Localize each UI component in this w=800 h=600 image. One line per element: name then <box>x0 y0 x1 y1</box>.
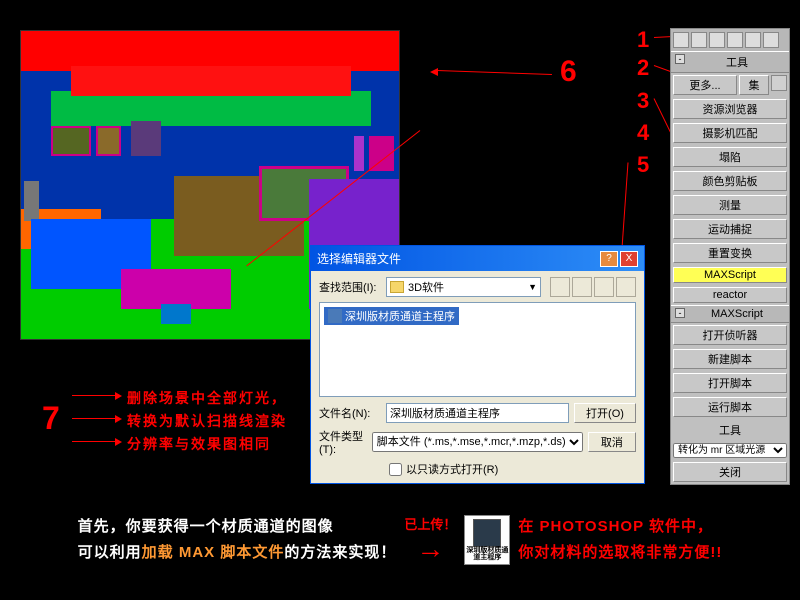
uploaded-label: 已上传！ <box>404 514 456 533</box>
tab-motion-icon[interactable] <box>727 32 743 48</box>
annotation-1: 1 <box>637 27 649 53</box>
annotation-2: 2 <box>637 55 649 81</box>
tab-display-icon[interactable] <box>745 32 761 48</box>
filetype-label: 文件类型(T): <box>319 428 367 456</box>
annotation-7: 7 <box>42 400 60 437</box>
chevron-down-icon[interactable]: ▼ <box>528 282 537 292</box>
bottom-right-l2: 你对材料的选取将非常方便!! <box>518 540 722 566</box>
util-btn-8[interactable]: reactor <box>673 287 787 303</box>
lookin-dropdown[interactable]: 3D软件 ▼ <box>386 277 541 297</box>
tools-sublabel: 工具 <box>671 419 789 441</box>
dialog-title: 选择编辑器文件 <box>317 250 401 267</box>
utilities-panel: - 工具 更多... 集 资源浏览器 摄影机匹配 塌陷 颜色剪贴板 测量 运动捕… <box>670 28 790 485</box>
bottom-left-l2a: 可以利用 <box>78 544 142 561</box>
annotation-6: 6 <box>560 55 577 89</box>
arrow-6-head <box>430 68 438 76</box>
panel-tab-bar <box>671 29 789 51</box>
arrow-right-icon: → <box>416 533 444 565</box>
arrow-7c <box>72 441 120 442</box>
util-btn-maxscript[interactable]: MAXScript <box>673 267 787 283</box>
util-btn-3[interactable]: 颜色剪贴板 <box>673 171 787 191</box>
collapse-icon[interactable]: - <box>675 54 685 64</box>
viewmenu-icon[interactable] <box>616 277 636 297</box>
util-btn-0[interactable]: 资源浏览器 <box>673 99 787 119</box>
max-btn-1[interactable]: 新建脚本 <box>673 349 787 369</box>
back-icon[interactable] <box>550 277 570 297</box>
bottom-left-accent: 加载 MAX 脚本文件 <box>142 544 285 561</box>
close-icon[interactable]: X <box>620 251 638 267</box>
annotation-3: 3 <box>637 88 649 114</box>
file-list[interactable]: 深圳版材质通道主程序 <box>319 302 636 397</box>
annotation-5: 5 <box>637 152 649 178</box>
bottom-left-text: 首先，你要获得一个材质通道的图像 可以利用加载 MAX 脚本文件的方法来实现！ <box>78 514 397 565</box>
tab-utilities-icon[interactable] <box>763 32 779 48</box>
arrow-7b <box>72 418 120 419</box>
section-maxscript-label: MAXScript <box>711 308 763 320</box>
tab-hierarchy-icon[interactable] <box>709 32 725 48</box>
up-icon[interactable] <box>572 277 592 297</box>
sets-button[interactable]: 集 <box>739 75 769 95</box>
help-icon[interactable]: ? <box>600 251 618 267</box>
config-icon[interactable] <box>771 75 787 91</box>
table-base <box>161 304 191 324</box>
annotation-4: 4 <box>637 120 649 146</box>
util-btn-1[interactable]: 摄影机匹配 <box>673 123 787 143</box>
bottom-right-l1: 在 PHOTOSHOP 软件中， <box>518 514 722 540</box>
tab-create-icon[interactable] <box>673 32 689 48</box>
script-file-icon <box>328 309 342 323</box>
tab-modify-icon[interactable] <box>691 32 707 48</box>
readonly-label: 以只读方式打开(R) <box>406 461 498 477</box>
step7-block: 7 删除场景中全部灯光， 转换为默认扫描线渲染 分辨率与效果图相同 <box>72 388 287 457</box>
bottom-instruction: 首先，你要获得一个材质通道的图像 可以利用加载 MAX 脚本文件的方法来实现！ … <box>0 514 800 565</box>
close-button[interactable]: 关闭 <box>673 462 787 482</box>
max-btn-0[interactable]: 打开侦听器 <box>673 325 787 345</box>
util-btn-4[interactable]: 测量 <box>673 195 787 215</box>
max-btn-3[interactable]: 运行脚本 <box>673 397 787 417</box>
filename-input[interactable] <box>386 403 569 423</box>
wall-picture-1 <box>51 126 91 156</box>
arrow-7a <box>72 395 120 396</box>
open-button[interactable]: 打开(O) <box>574 403 636 423</box>
ceiling <box>21 31 399 71</box>
script-thumbnail: 深圳版材质通道主程序 <box>464 515 510 565</box>
script-thumb-icon <box>473 519 501 547</box>
wall-picture-2 <box>96 126 121 156</box>
wall-trim <box>51 91 371 126</box>
shelf-object-2 <box>354 136 364 171</box>
bottom-right-text: 在 PHOTOSHOP 软件中， 你对材料的选取将非常方便!! <box>518 514 722 565</box>
util-btn-5[interactable]: 运动捕捉 <box>673 219 787 239</box>
coffee-table <box>121 269 231 309</box>
wall-picture-3 <box>131 121 161 156</box>
step7-line1: 删除场景中全部灯光， <box>127 390 287 406</box>
step7-line2: 转换为默认扫描线渲染 <box>127 413 287 429</box>
section-tools-label: 工具 <box>726 57 748 69</box>
cancel-button[interactable]: 取消 <box>588 432 636 452</box>
max-btn-2[interactable]: 打开脚本 <box>673 373 787 393</box>
file-item-label: 深圳版材质通道主程序 <box>345 308 455 324</box>
file-open-dialog: 选择编辑器文件 ? X 查找范围(I): 3D软件 ▼ 深圳版材质通道主程序 <box>310 245 645 484</box>
filename-label: 文件名(N): <box>319 405 381 421</box>
more-button[interactable]: 更多... <box>673 75 737 95</box>
section-tools-header[interactable]: - 工具 <box>671 51 789 73</box>
newfolder-icon[interactable] <box>594 277 614 297</box>
lamp <box>24 181 39 221</box>
filetype-select[interactable]: 脚本文件 (*.ms,*.mse,*.mcr,*.mzp,*.ds) <box>372 432 583 452</box>
step7-line3: 分辨率与效果图相同 <box>127 436 271 452</box>
section-maxscript-header[interactable]: - MAXScript <box>671 305 789 323</box>
folder-icon <box>390 281 404 293</box>
bottom-left-l1: 首先，你要获得一个材质通道的图像 <box>78 514 397 540</box>
collapse-icon[interactable]: - <box>675 308 685 318</box>
util-btn-6[interactable]: 重置变换 <box>673 243 787 263</box>
readonly-checkbox[interactable] <box>389 463 402 476</box>
dialog-titlebar[interactable]: 选择编辑器文件 ? X <box>311 246 644 271</box>
bottom-left-l2b: 的方法来实现！ <box>284 544 396 561</box>
lookin-value: 3D软件 <box>408 279 444 295</box>
convert-select[interactable]: 转化为 mr 区域光源 <box>673 443 787 458</box>
arrow-6 <box>437 70 552 75</box>
lookin-label: 查找范围(I): <box>319 279 381 295</box>
script-thumb-label: 深圳版材质通道主程序 <box>465 547 509 561</box>
util-btn-2[interactable]: 塌陷 <box>673 147 787 167</box>
ceiling-panel <box>71 66 351 96</box>
file-item-selected[interactable]: 深圳版材质通道主程序 <box>324 307 459 325</box>
